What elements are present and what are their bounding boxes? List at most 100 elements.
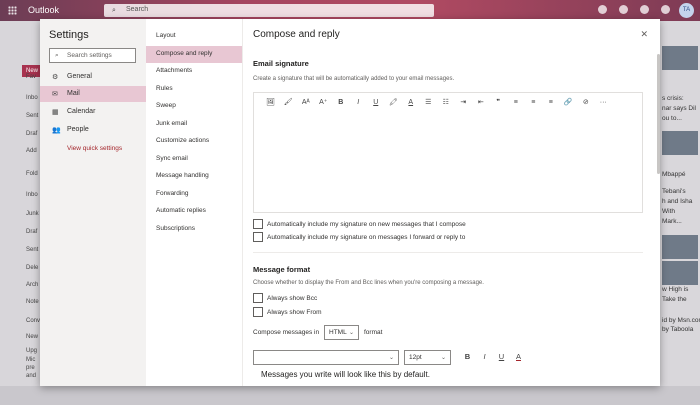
background-folder-item[interactable]: and: [26, 373, 36, 379]
bell-icon[interactable]: [619, 5, 628, 14]
mail-nav-item[interactable]: Customize actions: [146, 133, 242, 150]
top-bar-icons: [598, 5, 670, 14]
align-left-icon[interactable]: ≡: [507, 99, 525, 106]
chevron-down-icon: ⌄: [388, 355, 394, 361]
grow-font-icon[interactable]: A⁺: [315, 98, 333, 106]
font-color-button[interactable]: A: [510, 352, 527, 361]
top-search-box[interactable]: ⌕ Search: [104, 4, 434, 17]
checkbox-label: Automatically include my signature on me…: [267, 233, 466, 241]
checkbox-label: Automatically include my signature on ne…: [267, 220, 466, 228]
view-quick-settings-link[interactable]: View quick settings: [67, 145, 122, 152]
category-people[interactable]: 👥 People: [40, 122, 146, 138]
mail-nav-item[interactable]: Compose and reply: [146, 45, 242, 63]
background-folder-item[interactable]: Conv: [26, 318, 40, 324]
background-folder-item[interactable]: Dele: [26, 265, 38, 271]
category-label: General: [67, 73, 92, 80]
background-folder-item[interactable]: Sent: [26, 247, 38, 253]
background-folder-item[interactable]: Inbo: [26, 192, 38, 198]
highlight-icon[interactable]: 🖍: [385, 98, 403, 106]
background-folder-item[interactable]: Junk: [26, 211, 39, 217]
background-folder-item[interactable]: New: [26, 334, 38, 340]
link-icon[interactable]: 🔗: [560, 98, 578, 106]
mail-nav-item[interactable]: Subscriptions: [146, 221, 242, 238]
font-family-select[interactable]: ⌄: [253, 350, 399, 365]
font-size-select[interactable]: 12pt ⌄: [404, 350, 451, 365]
mail-nav-item[interactable]: Layout: [146, 28, 242, 45]
outlook-top-bar: Outlook ⌕ Search TA: [0, 0, 700, 21]
default-font-row: ⌄ 12pt ⌄ B I U A: [253, 350, 643, 366]
background-folder-item[interactable]: Draf: [26, 229, 37, 235]
background-folder-item[interactable]: Draf: [26, 131, 37, 137]
compose-reply-panel: Compose and reply ✕ Email signature Crea…: [243, 19, 660, 386]
category-calendar[interactable]: ▦ Calendar: [40, 104, 146, 120]
background-folder-item[interactable]: Inbo: [26, 95, 38, 101]
mail-nav-item[interactable]: Junk email: [146, 116, 242, 133]
background-folder-item[interactable]: Arch: [26, 282, 38, 288]
align-right-icon[interactable]: ≡: [542, 99, 560, 106]
compose-format-select[interactable]: HTML ⌄: [324, 325, 359, 340]
indent-icon[interactable]: ⇥: [455, 98, 473, 106]
category-mail[interactable]: ✉ Mail: [40, 86, 146, 102]
mail-nav-item[interactable]: Rules: [146, 81, 242, 98]
section-divider: [253, 252, 643, 253]
category-general[interactable]: ⚙ General: [40, 69, 146, 85]
checkbox-box[interactable]: [253, 219, 263, 229]
background-ad-text: id by Msn.com: [662, 317, 700, 324]
mail-nav-item[interactable]: Message handling: [146, 168, 242, 185]
mail-nav-item[interactable]: Automatic replies: [146, 203, 242, 220]
align-center-icon[interactable]: ≡: [525, 99, 543, 106]
background-folder-item[interactable]: Upg: [26, 348, 37, 354]
format-painter-icon[interactable]: 🖌: [280, 98, 298, 106]
background-folder-item[interactable]: Mic: [26, 357, 35, 363]
background-ad-image: [662, 261, 698, 285]
mail-nav-item[interactable]: Attachments: [146, 63, 242, 80]
background-folder-item[interactable]: Sent: [26, 113, 38, 119]
background-ad-text: With: [662, 208, 675, 215]
background-folder-item[interactable]: Add: [26, 148, 37, 154]
chevron-down-icon: ⌄: [440, 355, 446, 361]
mail-nav-item[interactable]: Sync email: [146, 151, 242, 168]
mail-settings-nav: Layout Compose and reply Attachments Rules S…: [146, 19, 243, 386]
background-folder-item[interactable]: Fold: [26, 171, 38, 177]
settings-title: Settings: [49, 29, 89, 41]
unlink-icon[interactable]: ⊘: [577, 98, 595, 106]
app-launcher-icon[interactable]: [8, 6, 17, 15]
font-color-icon[interactable]: A: [402, 99, 420, 106]
people-icon: 👥: [52, 127, 61, 134]
bullets-icon[interactable]: ☰: [420, 98, 438, 106]
quote-icon[interactable]: ❞: [490, 98, 508, 106]
checkbox-box[interactable]: [253, 307, 263, 317]
gear-icon: ⚙: [52, 74, 59, 81]
settings-dialog: Settings ⌕ Search settings ⚙ General ✉ M…: [40, 19, 660, 386]
insert-image-icon[interactable]: 🖼: [262, 98, 280, 106]
italic-button[interactable]: I: [476, 352, 493, 361]
signature-editor[interactable]: 🖼 🖌 Aᴬ A⁺ B I U 🖍 A ☰ ☷ ⇥ ⇤ ❞ ≡ ≡ ≡ 🔗 ⊘ ···: [253, 92, 643, 213]
format-label: format: [364, 329, 383, 336]
skype-icon[interactable]: [598, 5, 607, 14]
font-size-icon[interactable]: Aᴬ: [297, 99, 315, 106]
numbering-icon[interactable]: ☷: [437, 98, 455, 106]
settings-search-input[interactable]: ⌕ Search settings: [49, 48, 136, 63]
panel-scrollbar[interactable]: [657, 54, 660, 174]
checkbox-box[interactable]: [253, 293, 263, 303]
bold-icon[interactable]: B: [332, 99, 350, 106]
more-icon[interactable]: ···: [595, 99, 613, 106]
mail-nav-item[interactable]: Forwarding: [146, 186, 242, 203]
checkbox-box[interactable]: [253, 232, 263, 242]
gear-icon[interactable]: [640, 5, 649, 14]
background-folder-item[interactable]: Fav: [26, 74, 36, 80]
underline-button[interactable]: U: [493, 352, 510, 361]
bold-button[interactable]: B: [459, 352, 476, 361]
background-ad-text: by Taboola: [662, 326, 694, 333]
italic-icon[interactable]: I: [350, 99, 368, 106]
mail-nav-item[interactable]: Sweep: [146, 98, 242, 115]
help-icon[interactable]: [661, 5, 670, 14]
avatar[interactable]: TA: [679, 3, 694, 18]
background-ad-text: Take the: [662, 296, 687, 303]
background-folder-item[interactable]: pre: [26, 365, 35, 371]
background-folder-item[interactable]: Note: [26, 299, 39, 305]
background-ad-text: Tebani's: [662, 188, 686, 195]
outdent-icon[interactable]: ⇤: [472, 98, 490, 106]
close-icon[interactable]: ✕: [640, 29, 648, 40]
underline-icon[interactable]: U: [367, 99, 385, 106]
